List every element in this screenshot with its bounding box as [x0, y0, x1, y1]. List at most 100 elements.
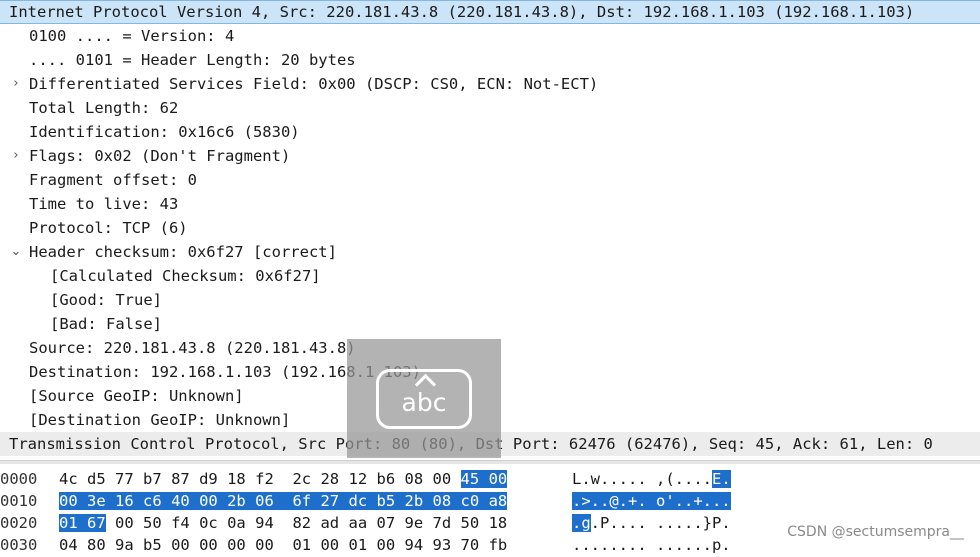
hex-byte[interactable]: 00: [171, 536, 190, 554]
hex-byte[interactable]: 27: [320, 492, 340, 510]
hex-byte[interactable]: 87: [171, 470, 190, 488]
hex-byte[interactable]: 6f: [292, 492, 312, 510]
hex-byte[interactable]: d9: [199, 470, 218, 488]
hex-ascii[interactable]: L.w..... ,(....E.: [572, 467, 731, 491]
tree-row-bad[interactable]: [Bad: False]: [0, 312, 980, 336]
hex-byte[interactable]: 12: [348, 470, 367, 488]
hex-byte[interactable]: dc: [348, 492, 368, 510]
hex-byte[interactable]: 01: [348, 536, 367, 554]
hex-byte[interactable]: 0a: [227, 514, 246, 532]
hex-byte[interactable]: 06: [255, 492, 274, 510]
tree-row-label: [Source GeoIP: Unknown]: [29, 387, 244, 405]
hex-byte[interactable]: c0: [460, 492, 480, 510]
tree-row-label: Identification: 0x16c6 (5830): [29, 123, 300, 141]
pane-splitter[interactable]: [0, 460, 980, 464]
hex-byte[interactable]: 01: [59, 514, 78, 532]
hex-ascii[interactable]: .>..@.+. o'..+...: [572, 489, 731, 513]
tree-row-good[interactable]: [Good: True]: [0, 288, 980, 312]
hex-byte[interactable]: 00: [320, 536, 339, 554]
hex-bytes[interactable]: 00 3e 16 c6 40 00 2b 06 6f 27 dc b5 2b 0…: [59, 489, 508, 513]
hex-byte[interactable]: 00: [199, 492, 218, 510]
hex-byte[interactable]: aa: [348, 514, 367, 532]
hex-byte[interactable]: fb: [489, 536, 508, 554]
hex-byte[interactable]: 50: [461, 514, 480, 532]
hex-bytes[interactable]: 04 80 9a b5 00 00 00 00 01 00 01 00 94 9…: [59, 533, 507, 557]
hex-byte[interactable]: 08: [432, 492, 452, 510]
hex-byte[interactable]: 50: [143, 514, 162, 532]
hex-byte[interactable]: 94: [255, 514, 274, 532]
tree-row-ttl[interactable]: Time to live: 43: [0, 192, 980, 216]
tree-row-header-length[interactable]: .... 0101 = Header Length: 20 bytes: [0, 48, 980, 72]
hex-byte[interactable]: 70: [461, 536, 480, 554]
hex-byte[interactable]: 00: [488, 470, 508, 488]
tree-row-calc-checksum[interactable]: [Calculated Checksum: 0x6f27]: [0, 264, 980, 288]
tree-row-dsf[interactable]: › Differentiated Services Field: 0x00 (DS…: [0, 72, 980, 96]
hex-byte[interactable]: 04: [59, 536, 78, 554]
hex-bytes[interactable]: 4c d5 77 b7 87 d9 18 f2 2c 28 12 b6 08 0…: [59, 467, 508, 491]
tree-row-total-length[interactable]: Total Length: 62: [0, 96, 980, 120]
hex-byte[interactable]: a8: [488, 492, 508, 510]
hex-byte[interactable]: 67: [87, 514, 106, 532]
tree-row-fragment-offset[interactable]: Fragment offset: 0: [0, 168, 980, 192]
hex-byte[interactable]: 2b: [227, 492, 246, 510]
hex-row[interactable]: 00 00 4c d5 77 b7 87 d9 18 f2 2c 28 12 b6 …: [0, 467, 980, 491]
hex-byte[interactable]: 08: [405, 470, 424, 488]
hex-byte[interactable]: b7: [143, 470, 162, 488]
hex-byte[interactable]: 16: [115, 492, 134, 510]
hex-byte[interactable]: 45: [460, 470, 480, 488]
hex-byte[interactable]: 9a: [115, 536, 134, 554]
hex-byte[interactable]: b6: [377, 470, 396, 488]
hex-byte[interactable]: 0c: [199, 514, 218, 532]
hex-byte[interactable]: 9e: [405, 514, 424, 532]
hex-byte[interactable]: d5: [87, 470, 106, 488]
hex-byte[interactable]: 00: [377, 536, 396, 554]
hex-byte[interactable]: c6: [143, 492, 162, 510]
hex-byte[interactable]: 80: [87, 536, 106, 554]
ascii-highlight: .g: [572, 514, 591, 532]
hex-byte[interactable]: 82: [292, 514, 311, 532]
hex-byte[interactable]: 01: [292, 536, 311, 554]
tree-row-header-checksum[interactable]: ⌄ Header checksum: 0x6f27 [correct]: [0, 240, 980, 264]
hex-byte[interactable]: f4: [171, 514, 190, 532]
expanded-arrow-icon[interactable]: ⌄: [9, 240, 23, 264]
hex-byte[interactable]: 3e: [87, 492, 106, 510]
hex-byte[interactable]: f2: [255, 470, 274, 488]
hex-byte[interactable]: 00: [199, 536, 218, 554]
tree-row-label: .... 0101 = Header Length: 20 bytes: [29, 51, 356, 69]
hex-bytes[interactable]: 01 67 00 50 f4 0c 0a 94 82 ad aa 07 9e 7…: [59, 511, 507, 535]
hex-byte[interactable]: 00: [59, 492, 78, 510]
hex-byte[interactable]: 7d: [433, 514, 452, 532]
collapsed-arrow-icon[interactable]: ›: [9, 144, 23, 168]
hex-byte[interactable]: 18: [227, 470, 246, 488]
hex-ascii[interactable]: ........ ......p.: [572, 533, 731, 557]
collapsed-arrow-icon[interactable]: ›: [9, 72, 23, 96]
hex-byte[interactable]: 28: [320, 470, 339, 488]
hex-byte[interactable]: 00: [115, 514, 134, 532]
tree-row-protocol[interactable]: Protocol: TCP (6): [0, 216, 980, 240]
hex-byte[interactable]: 40: [171, 492, 190, 510]
watermark: CSDN @sectumsempra__: [787, 524, 964, 540]
hex-byte[interactable]: 2b: [404, 492, 424, 510]
input-method-overlay: abc: [347, 339, 501, 458]
hex-byte[interactable]: 2c: [292, 470, 311, 488]
hex-byte[interactable]: 18: [489, 514, 508, 532]
hex-row[interactable]: 0010 00 3e 16 c6 40 00 2b 06 6f 27 dc b5 …: [0, 489, 980, 513]
tree-row-version[interactable]: 0100 .... = Version: 4: [0, 24, 980, 48]
tree-row-label: Source: 220.181.43.8 (220.181.43.8): [29, 339, 356, 357]
hex-byte[interactable]: 00: [433, 470, 452, 488]
hex-ascii[interactable]: .g.P.... .....}P.: [572, 511, 731, 535]
hex-byte[interactable]: 00: [227, 536, 246, 554]
hex-byte[interactable]: b5: [143, 536, 162, 554]
hex-byte[interactable]: 94: [405, 536, 424, 554]
hex-byte[interactable]: 93: [433, 536, 452, 554]
hex-byte[interactable]: 4c: [59, 470, 78, 488]
hex-byte[interactable]: ad: [320, 514, 339, 532]
tree-row-ipv4-header[interactable]: Internet Protocol Version 4, Src: 220.18…: [0, 0, 980, 24]
hex-byte[interactable]: b5: [376, 492, 396, 510]
hex-byte[interactable]: 77: [115, 470, 134, 488]
hex-byte[interactable]: 00: [255, 536, 274, 554]
tree-row-label: Total Length: 62: [29, 99, 179, 117]
tree-row-flags[interactable]: › Flags: 0x02 (Don't Fragment): [0, 144, 980, 168]
tree-row-identification[interactable]: Identification: 0x16c6 (5830): [0, 120, 980, 144]
hex-byte[interactable]: 07: [377, 514, 396, 532]
